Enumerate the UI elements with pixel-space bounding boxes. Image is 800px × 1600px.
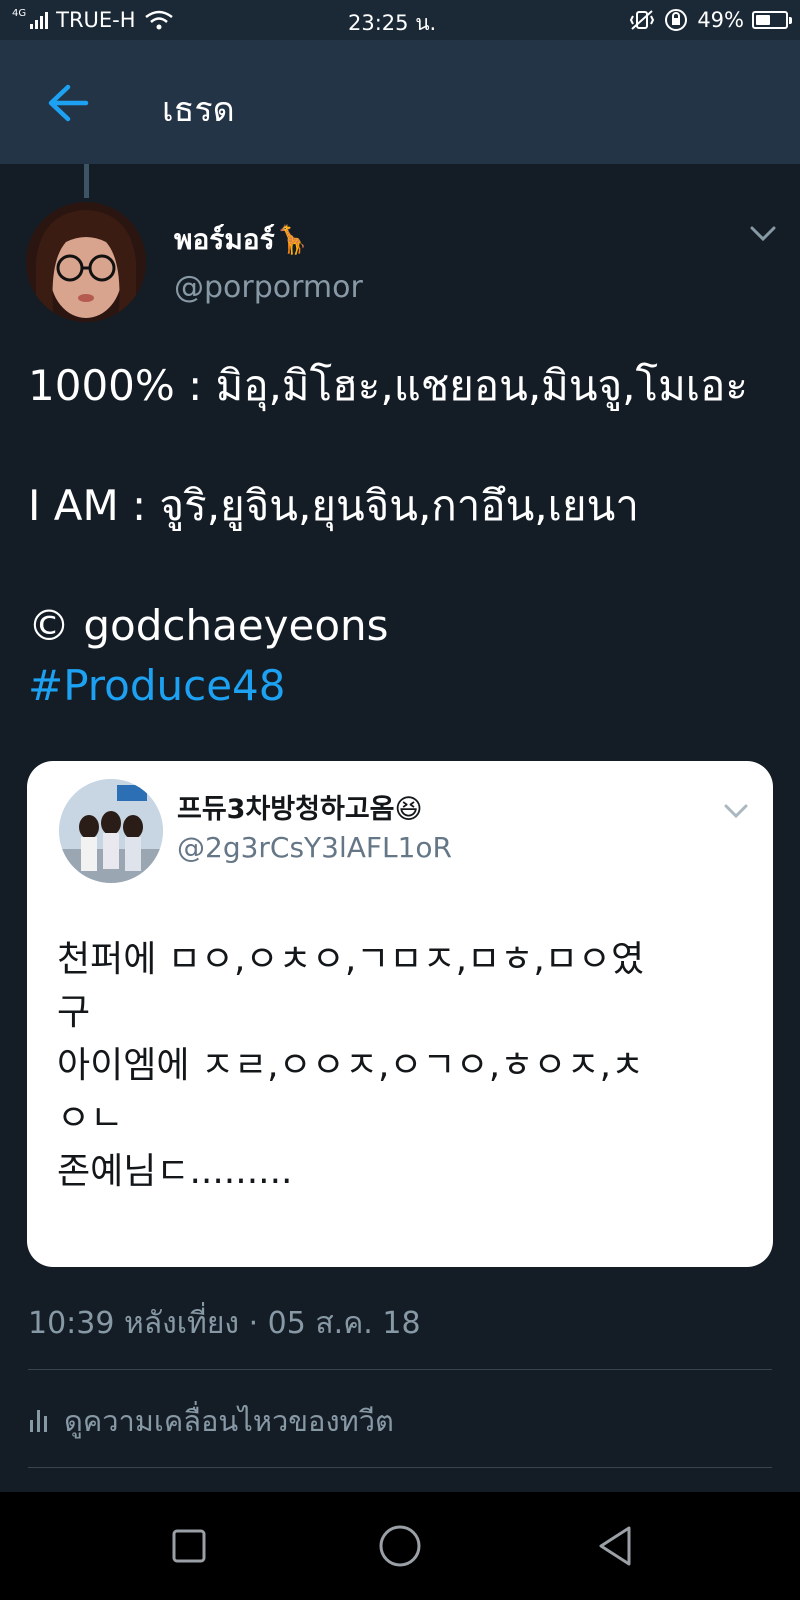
rotation-lock-icon	[665, 9, 688, 31]
thread-connector	[84, 164, 89, 198]
chevron-down-icon[interactable]	[746, 222, 780, 246]
quoted-line: 아이엠에 ㅈㄹ,ㅇㅇㅈ,ㅇㄱㅇ,ㅎㅇㅈ,ㅊ	[57, 1045, 645, 1086]
status-right: 49%	[629, 7, 792, 33]
divider	[28, 1369, 772, 1370]
quoted-line: 존예님ㄷ.........	[57, 1151, 293, 1192]
system-nav-bar	[0, 1492, 800, 1600]
recents-button[interactable]	[171, 1528, 207, 1564]
signal-icon	[30, 11, 49, 29]
quoted-line: ㅇㄴ	[57, 1098, 124, 1139]
vibrate-icon	[630, 10, 655, 30]
network-type: 4G	[12, 7, 27, 19]
battery-level	[756, 15, 770, 25]
quoted-avatar	[59, 779, 163, 883]
page-title: เธรด	[162, 90, 235, 130]
back-nav-button[interactable]	[595, 1524, 635, 1568]
home-button[interactable]	[378, 1524, 422, 1568]
tweet-timestamp: 10:39 หลังเที่ยง · 05 ส.ค. 18	[28, 1306, 421, 1341]
tweet-line: 1000% : มิอุ,มิโฮะ,แชยอน,มินจู,โมเอะ	[28, 361, 748, 410]
status-bar: 4G TRUE-H 23:25 น. 49%	[0, 0, 800, 40]
tweet-line: © godchaeyeons	[28, 601, 389, 650]
quoted-line: 구	[57, 992, 91, 1033]
display-name[interactable]: พอร์มอร์🦒	[174, 218, 310, 262]
tweet-line: I AM : จูริ,ยูจิน,ยุนจิน,กาอึน,เยนา	[28, 481, 639, 530]
back-button[interactable]	[38, 78, 98, 128]
quoted-user-handle: @2g3rCsY3lAFL1oR	[177, 831, 453, 864]
quoted-tweet-card[interactable]: 프듀3차방청하고옴😆 @2g3rCsY3lAFL1oR 천퍼에 ㅁㅇ,ㅇㅊㅇ,ㄱ…	[27, 761, 773, 1267]
bar-chart-icon	[30, 1410, 47, 1432]
wifi-icon	[144, 10, 173, 30]
divider	[28, 1467, 772, 1468]
clock: 23:25 น.	[348, 11, 437, 35]
quoted-line: 천퍼에 ㅁㅇ,ㅇㅊㅇ,ㄱㅁㅈ,ㅁㅎ,ㅁㅇ였	[57, 939, 645, 980]
quoted-chevron-down-icon	[724, 804, 748, 819]
tweet-activity-link[interactable]: ดูความเคลื่อนไหวของทวีต	[28, 1396, 394, 1446]
app-header: เธรด	[0, 40, 800, 164]
back-arrow-icon	[48, 84, 89, 122]
battery-percent: 49%	[697, 8, 744, 32]
carrier-label: TRUE-H	[56, 8, 136, 32]
status-left: 4G TRUE-H	[12, 8, 174, 32]
tweet-line	[28, 536, 778, 596]
avatar[interactable]	[26, 202, 146, 322]
quoted-avatar-image	[59, 779, 163, 883]
tweet-line	[28, 416, 778, 476]
hashtag-link[interactable]: #Produce48	[28, 656, 778, 716]
user-handle[interactable]: @porpormor	[174, 270, 363, 305]
quoted-tweet-text: 천퍼에 ㅁㅇ,ㅇㅊㅇ,ㄱㅁㅈ,ㅁㅎ,ㅁㅇ였 구 아이엠에 ㅈㄹ,ㅇㅇㅈ,ㅇㄱㅇ,…	[57, 933, 757, 1198]
tweet-text: 1000% : มิอุ,มิโฮะ,แชยอน,มินจู,โมเอะ I A…	[28, 356, 778, 716]
battery-icon	[752, 11, 792, 29]
quoted-display-name: 프듀3차방청하고옴😆	[177, 794, 423, 825]
avatar-image	[26, 202, 146, 322]
activity-label: ดูความเคลื่อนไหวของทวีต	[64, 1404, 394, 1438]
